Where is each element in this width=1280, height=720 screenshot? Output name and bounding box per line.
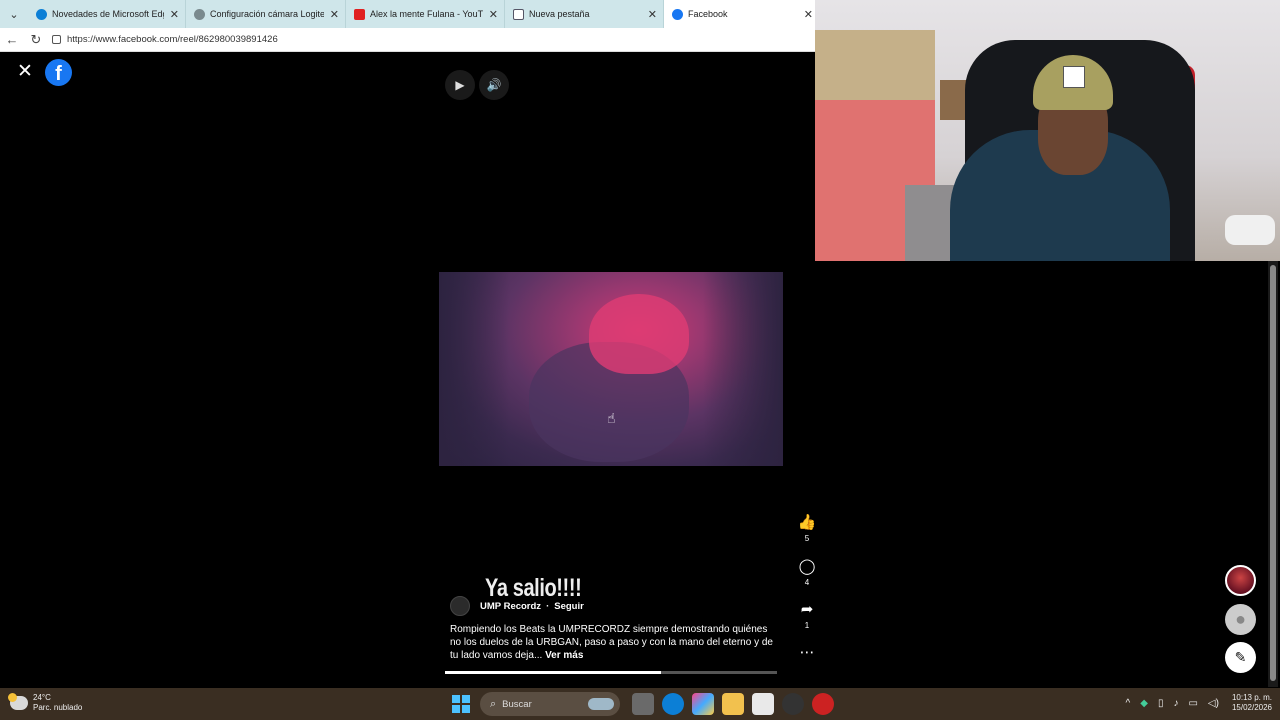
see-more-link[interactable]: Ver más bbox=[545, 650, 583, 661]
like-count: 5 bbox=[804, 534, 810, 543]
tab-label: Configuración cámara Logitech bbox=[210, 9, 324, 19]
back-arrow-icon[interactable]: ← bbox=[0, 32, 24, 47]
tab-label: Facebook bbox=[688, 9, 728, 19]
comment-action[interactable]: ◯ 4 bbox=[793, 558, 821, 587]
search-highlight-art bbox=[588, 698, 614, 710]
url-text: https://www.facebook.com/reel/8629800398… bbox=[67, 34, 278, 45]
battery-icon[interactable]: ▯ bbox=[1158, 698, 1164, 709]
caption-text: Rompiendo los Beats la UMPRECORDZ siempr… bbox=[450, 624, 773, 661]
scrollbar-thumb[interactable] bbox=[1270, 265, 1276, 681]
volume-button[interactable]: 🔊 bbox=[479, 70, 509, 100]
tab-actions-menu[interactable]: ⌄ bbox=[0, 0, 28, 28]
close-tab-icon[interactable]: ✕ bbox=[648, 8, 657, 21]
play-icon: ▶ bbox=[455, 78, 465, 92]
edit-icon: ✎ bbox=[1234, 649, 1247, 665]
tab-label: Novedades de Microsoft Edge bbox=[52, 9, 164, 19]
system-tray: ^ ◆ ▯ ♪ ▭ ◁) 10:13 p. m. 15/02/2026 bbox=[1121, 693, 1272, 713]
taskbar-center: ⌕ Buscar bbox=[452, 692, 838, 716]
close-tab-icon[interactable]: ✕ bbox=[170, 8, 179, 21]
tab-microsoft-edge[interactable]: Novedades de Microsoft Edge ✕ bbox=[28, 0, 186, 28]
security-shield-icon[interactable]: ◆ bbox=[1140, 698, 1148, 709]
url-field[interactable]: https://www.facebook.com/reel/8629800398… bbox=[52, 31, 278, 49]
user-avatar-icon[interactable]: ● bbox=[1225, 604, 1256, 635]
lock-icon bbox=[52, 35, 61, 44]
microphone-icon[interactable]: ♪ bbox=[1173, 698, 1178, 709]
settings-icon bbox=[194, 8, 205, 20]
share-arrow-icon: ➦ bbox=[800, 601, 814, 618]
speaker-icon: 🔊 bbox=[486, 78, 502, 92]
tab-new-tab[interactable]: Nueva pestaña ✕ bbox=[505, 0, 664, 28]
volume-icon[interactable]: ◁) bbox=[1208, 698, 1219, 709]
newtab-icon bbox=[513, 8, 524, 20]
weather-condition: Parc. nublado bbox=[33, 703, 83, 712]
video-frame-shadow-right bbox=[703, 272, 783, 466]
comment-count: 4 bbox=[804, 578, 810, 587]
reel-video[interactable]: ☝ bbox=[439, 272, 783, 466]
separator-dot: · bbox=[546, 600, 550, 612]
comment-bubble-icon: ◯ bbox=[798, 558, 816, 575]
tab-label: Alex la mente Fulana - YouTube bbox=[370, 9, 483, 19]
compose-message-button[interactable]: ✎ bbox=[1225, 642, 1256, 673]
facebook-logo-icon[interactable]: f bbox=[45, 59, 72, 86]
chevron-up-icon[interactable]: ^ bbox=[1126, 698, 1131, 709]
close-tab-icon[interactable]: ✕ bbox=[330, 8, 339, 21]
clock[interactable]: 10:13 p. m. 15/02/2026 bbox=[1232, 693, 1272, 713]
video-figure-red-cap bbox=[589, 294, 689, 374]
author-row: UMP Recordz · Seguir bbox=[450, 596, 584, 616]
facebook-icon bbox=[672, 8, 683, 20]
share-action[interactable]: ➦ 1 bbox=[793, 601, 821, 630]
like-action[interactable]: 👍 5 bbox=[793, 514, 821, 543]
clock-time: 10:13 p. m. bbox=[1231, 693, 1272, 702]
file-explorer-icon[interactable] bbox=[722, 693, 744, 715]
chevron-down-icon: ⌄ bbox=[9, 8, 19, 21]
tab-youtube[interactable]: Alex la mente Fulana - YouTube ✕ bbox=[346, 0, 505, 28]
tab-facebook[interactable]: Facebook ✕ bbox=[664, 0, 820, 28]
cap-logo bbox=[1063, 66, 1085, 88]
refresh-icon[interactable]: ↻ bbox=[24, 32, 48, 48]
hand-cursor-icon: ☝ bbox=[607, 410, 616, 426]
edge-icon bbox=[36, 8, 47, 20]
video-progress-bar[interactable] bbox=[445, 671, 777, 674]
recording-app-icon[interactable] bbox=[812, 693, 834, 715]
tab-logitech-settings[interactable]: Configuración cámara Logitech ✕ bbox=[186, 0, 346, 28]
partly-cloudy-icon bbox=[8, 693, 28, 710]
tab-label: Nueva pestaña bbox=[529, 9, 590, 19]
task-view-icon[interactable] bbox=[632, 693, 654, 715]
play-button[interactable]: ▶ bbox=[445, 70, 475, 100]
taskbar-search[interactable]: ⌕ Buscar bbox=[480, 692, 620, 716]
more-options-button[interactable]: ⋯ bbox=[793, 644, 821, 662]
weather-temperature: 24°C bbox=[33, 693, 51, 702]
video-frame-shadow-left bbox=[439, 272, 509, 466]
webcam-overlay bbox=[815, 0, 1280, 261]
screen: ⌄ Novedades de Microsoft Edge ✕ Configur… bbox=[0, 0, 1280, 720]
windows-taskbar: 24°C Parc. nublado ⌕ Buscar ^ ◆ ▯ ♪ ▭ ◁)… bbox=[0, 688, 1280, 720]
microsoft-store-icon[interactable] bbox=[752, 693, 774, 715]
settings-gear-icon[interactable] bbox=[782, 693, 804, 715]
author-avatar[interactable] bbox=[450, 596, 470, 616]
webcam-sneakers bbox=[1225, 215, 1275, 245]
follow-button[interactable]: Seguir bbox=[554, 601, 584, 612]
video-progress-fill bbox=[445, 671, 661, 674]
profile-avatar[interactable] bbox=[1225, 565, 1256, 596]
page-scrollbar[interactable] bbox=[1268, 257, 1278, 687]
network-icon[interactable]: ▭ bbox=[1188, 698, 1197, 709]
thumbs-up-icon: 👍 bbox=[797, 514, 817, 531]
youtube-icon bbox=[354, 8, 365, 20]
close-tab-icon[interactable]: ✕ bbox=[804, 8, 813, 21]
close-tab-icon[interactable]: ✕ bbox=[489, 8, 498, 21]
share-count: 1 bbox=[804, 621, 810, 630]
search-placeholder: Buscar bbox=[502, 698, 532, 710]
clock-date: 15/02/2026 bbox=[1231, 703, 1272, 712]
copilot-icon[interactable] bbox=[692, 693, 714, 715]
author-name[interactable]: UMP Recordz bbox=[480, 601, 541, 612]
windows-start-icon[interactable] bbox=[452, 695, 470, 713]
address-bar: ← ↻ https://www.facebook.com/reel/862980… bbox=[0, 28, 820, 52]
reel-caption: Rompiendo los Beats la UMPRECORDZ siempr… bbox=[450, 623, 780, 662]
edge-browser-icon[interactable] bbox=[662, 693, 684, 715]
search-icon: ⌕ bbox=[490, 697, 497, 710]
more-dots-icon: ⋯ bbox=[799, 644, 815, 661]
close-icon[interactable]: ✕ bbox=[17, 62, 33, 82]
weather-widget[interactable]: 24°C Parc. nublado bbox=[8, 693, 83, 713]
